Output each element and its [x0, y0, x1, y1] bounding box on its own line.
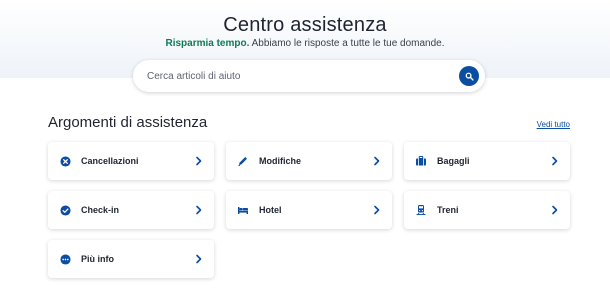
- chevron-right-icon: [552, 156, 558, 166]
- topic-label: Cancellazioni: [81, 156, 139, 166]
- topic-card-hotel[interactable]: Hotel: [226, 191, 392, 229]
- topic-card-piu-info[interactable]: Più info: [48, 240, 214, 278]
- chevron-right-icon: [374, 205, 380, 215]
- page-subtitle: Risparmia tempo. Abbiamo le risposte a t…: [0, 38, 610, 49]
- subtitle-text: Abbiamo le risposte a tutte le tue doman…: [249, 38, 445, 49]
- see-all-link[interactable]: Vedi tutto: [537, 120, 570, 129]
- search-input[interactable]: [147, 67, 447, 85]
- chevron-right-icon: [196, 254, 202, 264]
- topic-label: Hotel: [259, 205, 282, 215]
- chevron-right-icon: [552, 205, 558, 215]
- topic-card-cancellazioni[interactable]: Cancellazioni: [48, 142, 214, 180]
- chevron-right-icon: [196, 156, 202, 166]
- bed-icon: [237, 204, 249, 216]
- train-icon: [415, 204, 427, 216]
- topic-label: Bagagli: [437, 156, 470, 166]
- topic-card-treni[interactable]: Treni: [404, 191, 570, 229]
- luggage-icon: [415, 155, 427, 167]
- topic-label: Modifiche: [259, 156, 301, 166]
- search-bar: [133, 60, 485, 92]
- section-title: Argomenti di assistenza: [48, 114, 208, 131]
- topic-card-bagagli[interactable]: Bagagli: [404, 142, 570, 180]
- more-icon: [59, 253, 71, 265]
- check-circle-icon: [59, 204, 71, 216]
- search-icon: [465, 72, 474, 81]
- topic-card-check-in[interactable]: Check-in: [48, 191, 214, 229]
- subtitle-highlight: Risparmia tempo.: [165, 38, 250, 49]
- topic-label: Più info: [81, 254, 114, 264]
- cancel-icon: [59, 155, 71, 167]
- search-button[interactable]: [459, 66, 479, 86]
- page-title: Centro assistenza: [223, 14, 387, 36]
- pencil-icon: [237, 155, 249, 167]
- chevron-right-icon: [374, 156, 380, 166]
- topic-label: Treni: [437, 205, 459, 215]
- topic-card-modifiche[interactable]: Modifiche: [226, 142, 392, 180]
- chevron-right-icon: [196, 205, 202, 215]
- topic-label: Check-in: [81, 205, 120, 215]
